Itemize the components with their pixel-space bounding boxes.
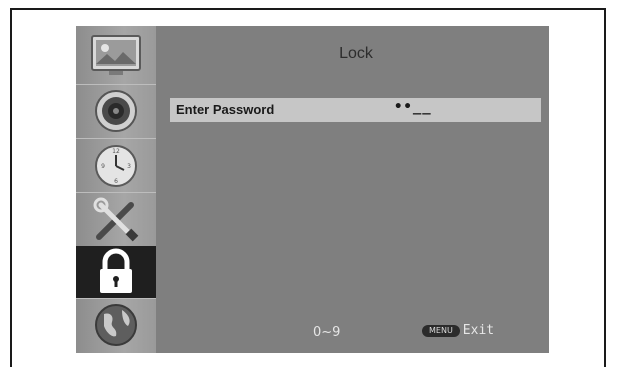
picture-icon	[91, 35, 141, 75]
password-input[interactable]: ••__	[394, 99, 432, 115]
sidebar-item-language[interactable]	[76, 299, 156, 351]
svg-text:9: 9	[101, 163, 105, 170]
sidebar-item-sound[interactable]	[76, 85, 156, 137]
svg-text:3: 3	[127, 163, 131, 170]
sidebar-item-picture[interactable]	[76, 30, 156, 82]
sidebar-item-time[interactable]: 12 3 6 9	[76, 140, 156, 192]
password-label: Enter Password	[176, 102, 275, 117]
svg-text:6: 6	[114, 178, 118, 185]
sidebar-item-lock[interactable]	[76, 246, 156, 298]
lock-icon	[100, 248, 132, 293]
password-row[interactable]: Enter Password ••__	[170, 98, 541, 122]
sidebar: 12 3 6 9	[76, 26, 156, 353]
exit-label: Exit	[462, 323, 495, 338]
page-title: Lock	[339, 45, 373, 62]
osd-screen: 12 3 6 9 Lock Enter Password ••__ 0~9 MEN…	[76, 26, 549, 353]
menu-key-icon: MENU	[422, 324, 460, 337]
sidebar-item-setup[interactable]	[76, 194, 156, 246]
speaker-icon	[95, 90, 137, 132]
tools-icon	[93, 197, 139, 242]
svg-text:12: 12	[112, 148, 120, 155]
digit-range-hint: 0~9	[313, 325, 341, 340]
clock-icon: 12 3 6 9	[95, 145, 137, 187]
exit-hint[interactable]: MENU Exit	[422, 323, 494, 338]
globe-icon	[95, 304, 137, 346]
